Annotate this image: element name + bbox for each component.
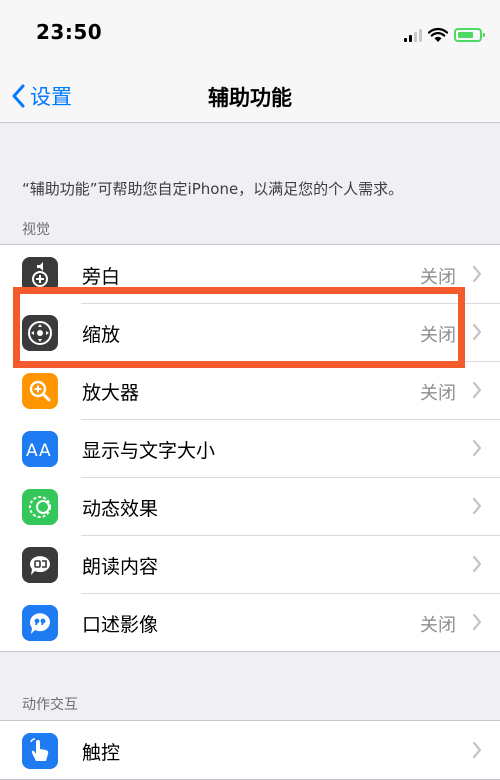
chevron-right-icon bbox=[472, 613, 482, 631]
settings-row-display-text-size[interactable]: A A 显示与文字大小 bbox=[0, 419, 500, 477]
page-description: “辅助功能”可帮助您自定iPhone，以满足您的个人需求。 bbox=[22, 180, 404, 198]
wifi-icon bbox=[428, 27, 448, 42]
chevron-right-icon bbox=[472, 381, 482, 399]
svg-text:A: A bbox=[26, 441, 38, 461]
settings-row-spoken-content[interactable]: 朗读内容 bbox=[0, 535, 500, 593]
voiceover-icon bbox=[22, 257, 58, 293]
settings-row-label: 口述影像 bbox=[82, 614, 159, 636]
section-header-vision: 视觉 bbox=[22, 222, 50, 238]
status-bar: 23:50 bbox=[0, 0, 500, 70]
settings-row-zoom[interactable]: 缩放 关闭 bbox=[0, 303, 500, 361]
text-size-icon: A A bbox=[22, 431, 58, 467]
chevron-right-icon bbox=[472, 439, 482, 457]
zoom-icon bbox=[22, 315, 58, 351]
settings-row-label: 放大器 bbox=[82, 382, 140, 404]
settings-row-label: 朗读内容 bbox=[82, 556, 159, 578]
spoken-content-icon bbox=[22, 547, 58, 583]
status-time: 23:50 bbox=[36, 20, 103, 44]
chevron-right-icon bbox=[472, 497, 482, 515]
navigation-bar: 设置 辅助功能 bbox=[0, 70, 500, 123]
settings-row-voiceover[interactable]: 旁白 关闭 bbox=[0, 245, 500, 303]
section-header-interaction: 动作交互 bbox=[22, 697, 78, 713]
magnifier-icon bbox=[22, 373, 58, 409]
settings-row-motion[interactable]: 动态效果 bbox=[0, 477, 500, 535]
settings-row-label: 旁白 bbox=[82, 266, 121, 288]
motion-icon bbox=[22, 489, 58, 525]
settings-row-value: 关闭 bbox=[420, 383, 456, 404]
settings-row-touch[interactable]: 触控 bbox=[0, 721, 500, 779]
touch-icon bbox=[22, 733, 58, 769]
settings-row-label: 缩放 bbox=[82, 324, 121, 346]
settings-group-interaction: 触控 bbox=[0, 720, 500, 780]
settings-row-value: 关闭 bbox=[420, 615, 456, 636]
chevron-right-icon bbox=[472, 265, 482, 283]
settings-row-label: 显示与文字大小 bbox=[82, 440, 216, 462]
settings-group-vision: 旁白 关闭 缩放 关闭 放大器 关闭 A A 显示与文字大小 动态效果 朗读内容… bbox=[0, 244, 500, 652]
settings-row-label: 触控 bbox=[82, 742, 121, 764]
chevron-right-icon bbox=[472, 555, 482, 573]
chevron-right-icon bbox=[472, 741, 482, 759]
settings-row-value: 关闭 bbox=[420, 267, 456, 288]
chevron-right-icon bbox=[472, 323, 482, 341]
settings-row-audio-descriptions[interactable]: 口述影像 关闭 bbox=[0, 593, 500, 651]
battery-icon bbox=[454, 28, 485, 42]
settings-row-magnifier[interactable]: 放大器 关闭 bbox=[0, 361, 500, 419]
audio-description-icon bbox=[22, 605, 58, 641]
cellular-signal-icon bbox=[404, 28, 422, 42]
settings-row-label: 动态效果 bbox=[82, 498, 159, 520]
status-icons bbox=[404, 24, 485, 46]
svg-text:A: A bbox=[39, 441, 51, 461]
page-title: 辅助功能 bbox=[208, 86, 292, 110]
settings-row-value: 关闭 bbox=[420, 325, 456, 346]
